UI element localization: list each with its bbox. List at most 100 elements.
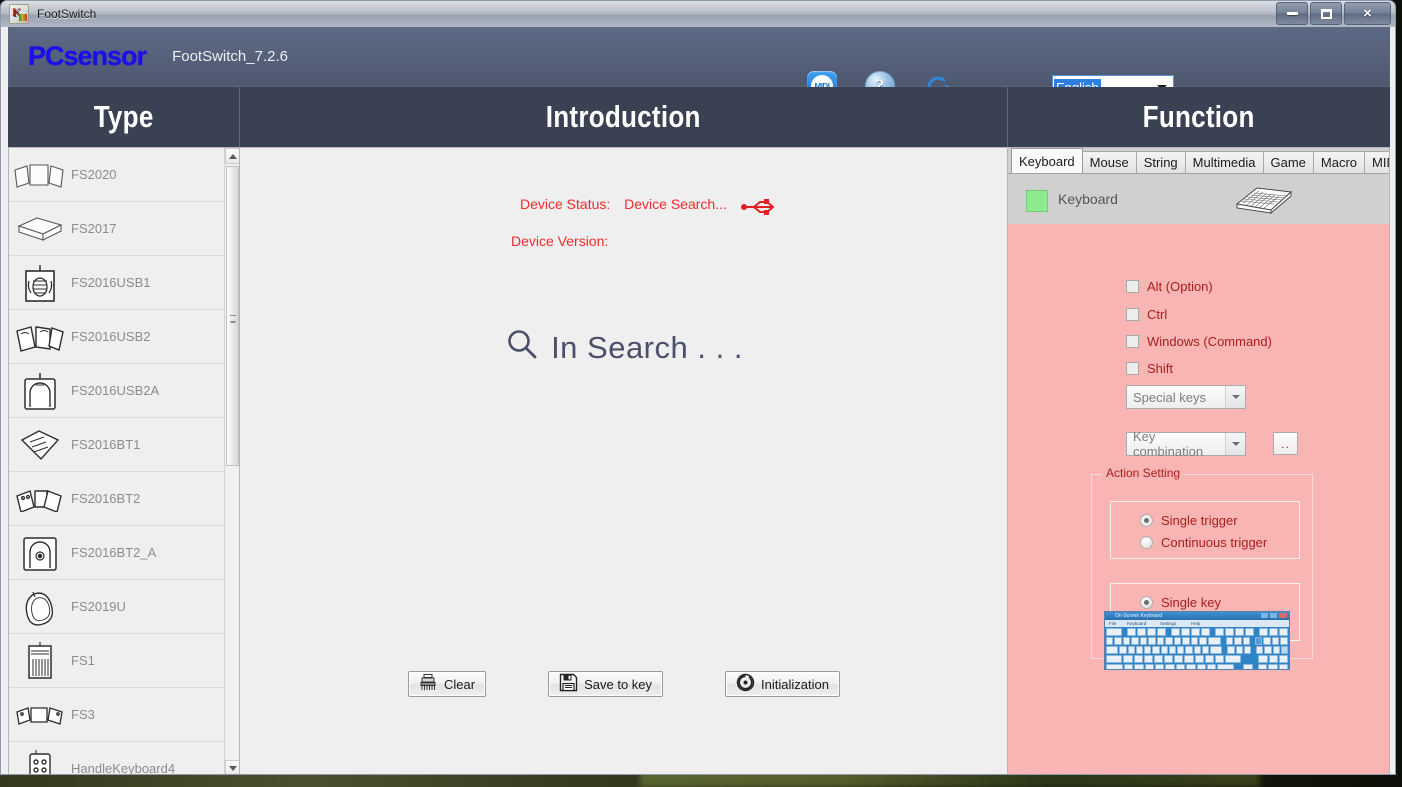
footswitch-three-pedal-icon [9, 162, 71, 188]
close-button[interactable]: ✕ [1344, 2, 1391, 25]
column-header-introduction: Introduction [240, 87, 1008, 147]
chevron-down-icon [228, 765, 237, 771]
tab-multimedia[interactable]: Multimedia [1184, 151, 1264, 173]
checkbox-windows-box[interactable] [1126, 335, 1139, 348]
maximize-button[interactable] [1310, 2, 1342, 25]
list-item[interactable]: HandleKeyboard4 [9, 742, 226, 774]
osk-keys [1105, 627, 1289, 669]
magnifier-icon [505, 328, 539, 367]
status-badge [1026, 190, 1048, 212]
osk-menu-help: Help [1191, 621, 1201, 626]
checkbox-ctrl-label: Ctrl [1147, 307, 1168, 322]
on-screen-keyboard-image[interactable]: On-Screen Keyboard File Keyboard Setting… [1104, 611, 1290, 670]
window-body: PCsensor FootSwitch_7.2.6 MIDI ? Type In… [0, 27, 1396, 775]
radio-single-trigger[interactable]: Single trigger [1140, 513, 1238, 528]
scroll-up-button[interactable] [225, 148, 239, 164]
usb-icon [740, 196, 778, 223]
radio-single-key-label: Single key [1161, 595, 1221, 610]
reset-circle-icon [736, 673, 755, 695]
function-panel: Keyboard Mouse String Multimedia Game Ma… [1008, 147, 1390, 774]
radio-single-trigger-label: Single trigger [1161, 513, 1238, 528]
chevron-up-icon [228, 153, 237, 159]
list-item[interactable]: FS2016USB1 [9, 256, 226, 310]
list-item[interactable]: FS2016USB2A [9, 364, 226, 418]
introduction-button-row: Clear Save to key Initialization [240, 671, 1008, 697]
radio-continuous-trigger-dot[interactable] [1140, 536, 1153, 549]
browse-button[interactable]: .. [1273, 432, 1298, 455]
list-item[interactable]: FS2016BT2_A [9, 526, 226, 580]
minimize-icon [1286, 12, 1298, 15]
checkbox-shift[interactable]: Shift [1126, 361, 1173, 376]
radio-single-key[interactable]: Single key [1140, 595, 1221, 610]
list-item[interactable]: FS2020 [9, 148, 226, 202]
tab-keyboard[interactable]: Keyboard [1011, 148, 1083, 173]
checkbox-ctrl-box[interactable] [1126, 308, 1139, 321]
checkbox-alt-box[interactable] [1126, 280, 1139, 293]
osk-window-controls [1261, 613, 1287, 618]
list-item[interactable]: FS2016BT1 [9, 418, 226, 472]
list-item[interactable]: FS3 [9, 688, 226, 742]
footswitch-usb1-icon [9, 261, 71, 305]
tab-mouse[interactable]: Mouse [1081, 151, 1137, 173]
tab-macro[interactable]: Macro [1312, 151, 1366, 173]
footswitch-fs1-icon [9, 640, 71, 682]
list-item[interactable]: FS2019U [9, 580, 226, 634]
list-item[interactable]: FS2016USB2 [9, 310, 226, 364]
radio-continuous-trigger[interactable]: Continuous trigger [1140, 535, 1267, 550]
device-version-label: Device Version: [511, 233, 609, 249]
checkbox-alt[interactable]: Alt (Option) [1126, 279, 1213, 294]
minimize-button[interactable] [1276, 2, 1308, 25]
footswitch-bt2-icon [9, 486, 71, 512]
checkbox-shift-box[interactable] [1126, 362, 1139, 375]
column-header-introduction-label: Introduction [546, 99, 701, 135]
logo-text: PCsensor [28, 41, 147, 71]
key-combination-select[interactable]: Key combination [1126, 429, 1246, 459]
osk-key-row [1106, 637, 1288, 645]
osk-key-row [1106, 646, 1289, 654]
initialization-button[interactable]: Initialization [725, 671, 840, 697]
pcsensor-logo: PCsensor [28, 41, 147, 72]
save-to-key-button[interactable]: Save to key [548, 671, 664, 697]
checkbox-windows[interactable]: Windows (Command) [1126, 334, 1272, 349]
tab-game[interactable]: Game [1262, 151, 1314, 173]
product-name: FootSwitch_7.2.6 [172, 48, 288, 65]
list-item[interactable]: FS1 [9, 634, 226, 688]
chevron-down-icon[interactable] [1225, 433, 1245, 455]
device-version-row: Device Version: [511, 233, 608, 249]
footswitch-slab-icon [9, 214, 71, 244]
handle-keyboard-icon [9, 748, 71, 774]
trigger-mode-box: Single trigger Continuous trigger [1110, 501, 1300, 559]
tab-string[interactable]: String [1135, 151, 1186, 173]
footswitch-bt2a-icon [9, 532, 71, 574]
tab-midi[interactable]: MIDI [1364, 151, 1389, 173]
key-combination-value: Key combination [1133, 429, 1204, 459]
osk-menu-keyboard: Keyboard [1127, 621, 1147, 626]
search-status: In Search . . . [240, 328, 1008, 367]
radio-single-key-dot[interactable] [1140, 596, 1153, 609]
type-list-scrollbar[interactable] [224, 148, 239, 774]
scrollbar-thumb[interactable] [226, 166, 239, 466]
introduction-panel: Device Status: Device Search... Device V… [240, 147, 1008, 774]
window-controls: ✕ [1276, 2, 1391, 25]
list-item[interactable]: FS2017 [9, 202, 226, 256]
special-keys-value: Special keys [1133, 389, 1206, 405]
checkbox-shift-label: Shift [1147, 361, 1174, 376]
footswitch-bt1-icon [9, 428, 71, 462]
list-item-label: FS2016USB2 [71, 329, 151, 344]
checkbox-windows-label: Windows (Command) [1147, 334, 1272, 349]
osk-key-row [1106, 655, 1288, 663]
checkbox-ctrl[interactable]: Ctrl [1126, 307, 1167, 322]
keyboard-tab-header: Keyboard [1008, 174, 1389, 224]
clear-button[interactable]: Clear [408, 671, 487, 697]
osk-menu-file: File [1109, 621, 1117, 626]
scroll-down-button[interactable] [225, 760, 239, 774]
keyboard-settings-area: Alt (Option) Ctrl Windows (Command) Shif… [1008, 224, 1389, 774]
osk-key-row [1106, 628, 1288, 636]
list-item[interactable]: FS2016BT2 [9, 472, 226, 526]
list-item-label: FS2016BT2 [71, 491, 141, 506]
radio-single-trigger-dot[interactable] [1140, 514, 1153, 527]
type-list[interactable]: FS2020 FS2017 FS2016USB1 FS2016USB2 FS20… [9, 148, 226, 774]
special-keys-select[interactable]: Special keys [1126, 385, 1246, 409]
chevron-down-icon[interactable] [1225, 386, 1245, 408]
brand-bar: PCsensor FootSwitch_7.2.6 [8, 27, 1390, 87]
